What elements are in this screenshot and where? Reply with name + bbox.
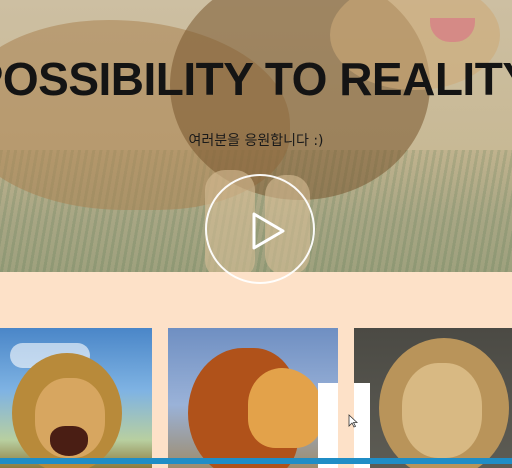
mouse-cursor-icon bbox=[348, 414, 358, 428]
hero-subtitle: 여러분을 응원합니다 :) bbox=[188, 133, 324, 149]
gallery-card-lion-roaring[interactable] bbox=[0, 328, 152, 468]
hero-title: POSSIBILITY TO REALITY! bbox=[0, 53, 512, 105]
gallery-card-lion-profile[interactable] bbox=[168, 328, 338, 468]
video-progress-fill bbox=[0, 458, 512, 464]
play-icon bbox=[252, 212, 285, 250]
gallery-card-lion-portrait[interactable] bbox=[354, 328, 512, 468]
video-progress-bar[interactable] bbox=[0, 458, 512, 464]
play-button[interactable] bbox=[205, 174, 315, 284]
